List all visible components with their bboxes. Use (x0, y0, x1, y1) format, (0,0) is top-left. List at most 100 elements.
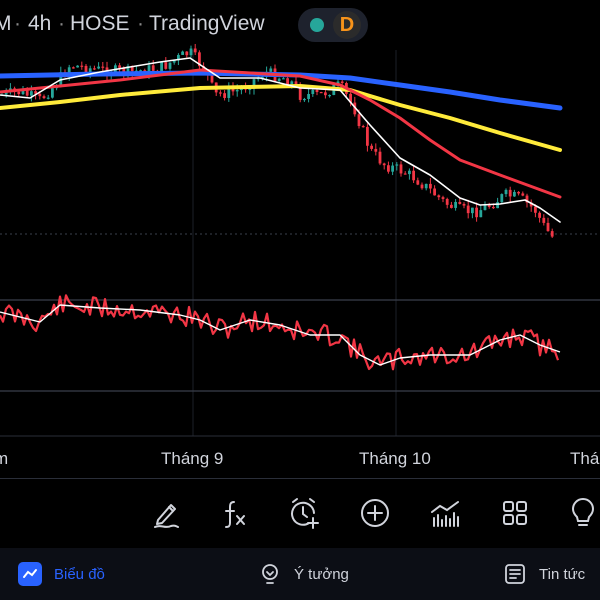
time-label-thang-11: Thá (570, 449, 600, 468)
candle-body (496, 202, 499, 209)
grid-layout-icon (503, 501, 527, 525)
bottom-navigation: Biểu đồ Ý tưởng Tin tức (0, 548, 600, 600)
candle-body (429, 183, 432, 189)
nav-ideas-label: Ý tưởng (294, 565, 349, 583)
nav-news[interactable]: Tin tức (503, 548, 585, 600)
candle (538, 211, 541, 223)
oscillator-pane (0, 294, 561, 371)
indicator-bars-icon (431, 501, 459, 527)
market-open-dot-icon (310, 18, 324, 32)
candle-body (433, 188, 436, 196)
candle-body (374, 148, 378, 152)
candle (9, 83, 12, 95)
candle-body (366, 126, 369, 146)
plus-circle-icon (361, 499, 389, 527)
candle (550, 228, 554, 238)
candle-body (445, 198, 449, 205)
candle (458, 198, 462, 205)
candle-body (408, 170, 411, 175)
candle (454, 199, 457, 211)
price-chart[interactable]: m Tháng 9 Tháng 10 Thá (0, 0, 600, 478)
candle-body (307, 94, 310, 99)
candle-body (80, 65, 84, 67)
candle-body (328, 95, 331, 97)
chart-type-button[interactable] (425, 493, 465, 533)
candle-body (286, 78, 289, 85)
idea-bulb-icon (258, 562, 282, 586)
ideas-tool-button[interactable] (563, 493, 600, 533)
nav-news-label: Tin tức (539, 565, 586, 583)
candle-body (550, 231, 554, 237)
candle-body (513, 191, 516, 197)
candle (303, 97, 306, 102)
candle-body (492, 206, 495, 209)
candle-body (466, 205, 470, 214)
candle-body (72, 67, 75, 69)
candle (462, 202, 466, 209)
candle-body (17, 91, 21, 95)
candle (185, 51, 189, 58)
time-label-m: m (0, 449, 8, 468)
candle (72, 66, 75, 69)
candle-body (93, 68, 96, 70)
candle-body (38, 93, 42, 97)
layout-button[interactable] (495, 493, 535, 533)
candle (181, 50, 184, 55)
candle-body (504, 189, 508, 195)
market-status-badge[interactable]: D (298, 8, 368, 42)
candle-body (508, 189, 512, 197)
time-label-thang-9: Tháng 9 (161, 449, 223, 468)
moving-average-line (0, 70, 563, 111)
candle (168, 62, 172, 71)
candle (324, 89, 327, 99)
candle (118, 62, 121, 73)
candle-body (277, 78, 281, 82)
candle-body (340, 81, 344, 84)
candle (521, 191, 525, 197)
candle (517, 191, 520, 196)
candle-body (538, 212, 541, 218)
add-alert-button[interactable] (284, 493, 324, 533)
candle-body (164, 62, 168, 69)
candle-body (378, 151, 382, 164)
candle (319, 91, 323, 94)
candle (366, 123, 369, 152)
indicators-button[interactable] (214, 493, 254, 533)
candle-body (437, 195, 441, 198)
candle (164, 57, 168, 70)
drawing-tool-button[interactable] (146, 493, 186, 533)
candle (227, 82, 231, 102)
candle (475, 202, 478, 222)
candle-body (282, 78, 285, 80)
candle (46, 94, 50, 100)
candle-body (420, 184, 424, 189)
candle (408, 168, 411, 180)
candle-body (357, 114, 361, 127)
nav-ideas[interactable]: Ý tưởng (258, 548, 349, 600)
moving-average-line (0, 68, 562, 199)
function-fx-icon (225, 501, 245, 528)
add-button[interactable] (355, 493, 395, 533)
candle-body (500, 194, 504, 203)
candle (382, 162, 386, 170)
interval-label[interactable]: 4h (28, 12, 51, 36)
source-label: TradingView (149, 12, 265, 35)
chart-header[interactable]: M · 4h · HOSE · TradingView D (0, 0, 600, 50)
candle (424, 183, 428, 191)
symbol-label[interactable]: M (0, 12, 12, 36)
candle-body (382, 163, 386, 166)
chart-icon (18, 562, 42, 586)
candle-body (471, 207, 474, 214)
candle (374, 143, 378, 156)
candle (42, 94, 46, 100)
candle-body (534, 206, 537, 213)
exchange-label: HOSE (70, 12, 130, 35)
candle (412, 165, 415, 183)
candle (307, 88, 310, 103)
nav-chart[interactable]: Biểu đồ (18, 548, 105, 600)
candle-body (542, 217, 546, 223)
candle (479, 204, 483, 218)
candle (508, 186, 512, 203)
candle-body (311, 90, 315, 95)
candle (219, 90, 222, 97)
